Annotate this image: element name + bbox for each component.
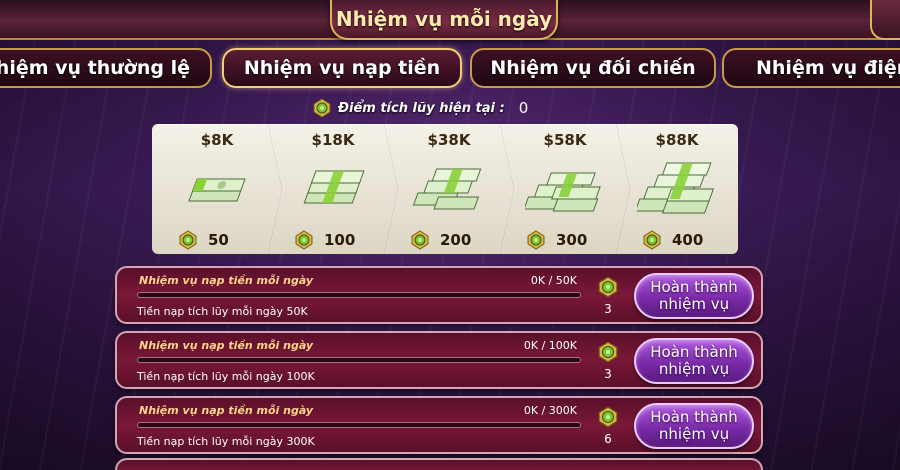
button-label-line2: nhiệm vụ [658, 425, 730, 443]
mission-row: Nhiệm vụ nạp tiền mỗi ngày 0K / 50K Tiền… [115, 266, 763, 324]
mission-title: Nhiệm vụ nạp tiền mỗi ngày [139, 274, 314, 287]
mission-progress-text: 0K / 50K [530, 274, 577, 287]
reward-amount: $88K [655, 131, 699, 149]
mission-reward-value: 3 [604, 367, 612, 381]
reward-amount: $58K [543, 131, 587, 149]
reward-milestone[interactable]: $8K 50 [152, 124, 282, 254]
mission-progress-text: 0K / 100K [523, 339, 577, 352]
button-label-line1: Hoàn thành [650, 278, 738, 296]
cash-stack-icon [525, 157, 605, 219]
close-corner[interactable] [870, 0, 900, 40]
complete-mission-button[interactable]: Hoàn thành nhiệm vụ [634, 273, 754, 319]
tab-deposit-missions[interactable]: Nhiệm vụ nạp tiền [222, 48, 462, 88]
reward-points-value: 100 [324, 231, 356, 249]
medal-icon [597, 341, 619, 363]
mission-description: Tiền nạp tích lũy mỗi ngày 50K [137, 305, 308, 318]
mission-row: Nhiệm vụ nạp tiền mỗi ngày 0K / 300K Tiề… [115, 396, 763, 454]
mission-description: Tiền nạp tích lũy mỗi ngày 100K [137, 370, 315, 383]
cash-stack-icon [177, 157, 257, 219]
button-label-line1: Hoàn thành [650, 343, 738, 361]
medal-icon [178, 230, 198, 250]
medal-icon [597, 276, 619, 298]
reward-milestone[interactable]: $58K 300 [500, 124, 630, 254]
points-value: 0 [518, 99, 529, 117]
mission-title: Nhiệm vụ nạp tiền mỗi ngày [139, 404, 314, 417]
mission-reward: 6 [595, 406, 621, 450]
medal-icon [312, 98, 332, 118]
medal-icon [294, 230, 314, 250]
mission-progress-bar [137, 292, 581, 298]
reward-milestone[interactable]: $18K 100 [268, 124, 398, 254]
mission-reward-value: 3 [604, 302, 612, 316]
reward-amount: $8K [200, 131, 234, 149]
reward-amount: $18K [311, 131, 355, 149]
medal-icon [410, 230, 430, 250]
reward-milestone[interactable]: $88K 400 [616, 124, 738, 254]
medal-icon [597, 406, 619, 428]
tab-battle-missions[interactable]: Nhiệm vụ đối chiến [470, 48, 716, 88]
mission-progress-bar [137, 357, 581, 363]
cash-stack-icon [409, 157, 489, 219]
mission-progress-text: 0K / 300K [523, 404, 577, 417]
cash-stack-icon [293, 157, 373, 219]
reward-points-value: 200 [440, 231, 472, 249]
button-label-line2: nhiệm vụ [658, 360, 730, 378]
mission-row: Nhiệm vụ nạp tiền mỗi ngày 0K / 100K Tiề… [115, 331, 763, 389]
mission-reward: 3 [595, 341, 621, 385]
reward-points: 400 [642, 230, 703, 250]
complete-mission-button[interactable]: Hoàn thành nhiệm vụ [634, 338, 754, 384]
mission-reward: 3 [595, 276, 621, 320]
reward-points: 300 [526, 230, 587, 250]
mission-description: Tiền nạp tích lũy mỗi ngày 300K [137, 435, 315, 448]
button-label-line2: nhiệm vụ [658, 295, 730, 313]
complete-mission-button[interactable]: Hoàn thành nhiệm vụ [634, 403, 754, 449]
page-title: Nhiệm vụ mỗi ngày [335, 7, 553, 31]
reward-milestone[interactable]: $38K 200 [384, 124, 514, 254]
points-label: Điểm tích lũy hiện tại : [338, 100, 505, 116]
medal-icon [642, 230, 662, 250]
mission-reward-value: 6 [604, 432, 612, 446]
title-plate: Nhiệm vụ mỗi ngày [330, 0, 558, 40]
reward-points-value: 300 [556, 231, 588, 249]
button-label-line1: Hoàn thành [650, 408, 738, 426]
reward-amount: $38K [427, 131, 471, 149]
tab-regular-missions[interactable]: Nhiệm vụ thường lệ [0, 48, 212, 88]
medal-icon [526, 230, 546, 250]
reward-points-value: 50 [208, 231, 229, 249]
reward-points: 200 [410, 230, 471, 250]
tab-other-missions[interactable]: Nhiệm vụ điện [722, 48, 900, 88]
points-line: Điểm tích lũy hiện tại : 0 [312, 97, 528, 119]
reward-points-value: 400 [672, 231, 704, 249]
mission-title: Nhiệm vụ nạp tiền mỗi ngày [139, 339, 314, 352]
mission-progress-bar [137, 422, 581, 428]
mission-row-partial [115, 458, 763, 470]
cash-stack-icon [634, 157, 717, 219]
tab-bar: Nhiệm vụ thường lệ Nhiệm vụ nạp tiền Nhi… [0, 48, 900, 90]
reward-points: 100 [294, 230, 355, 250]
reward-milestones: $8K 50 $18K 100 $38K 200 $58K 300 $88K 4… [152, 124, 738, 254]
reward-points: 50 [178, 230, 229, 250]
